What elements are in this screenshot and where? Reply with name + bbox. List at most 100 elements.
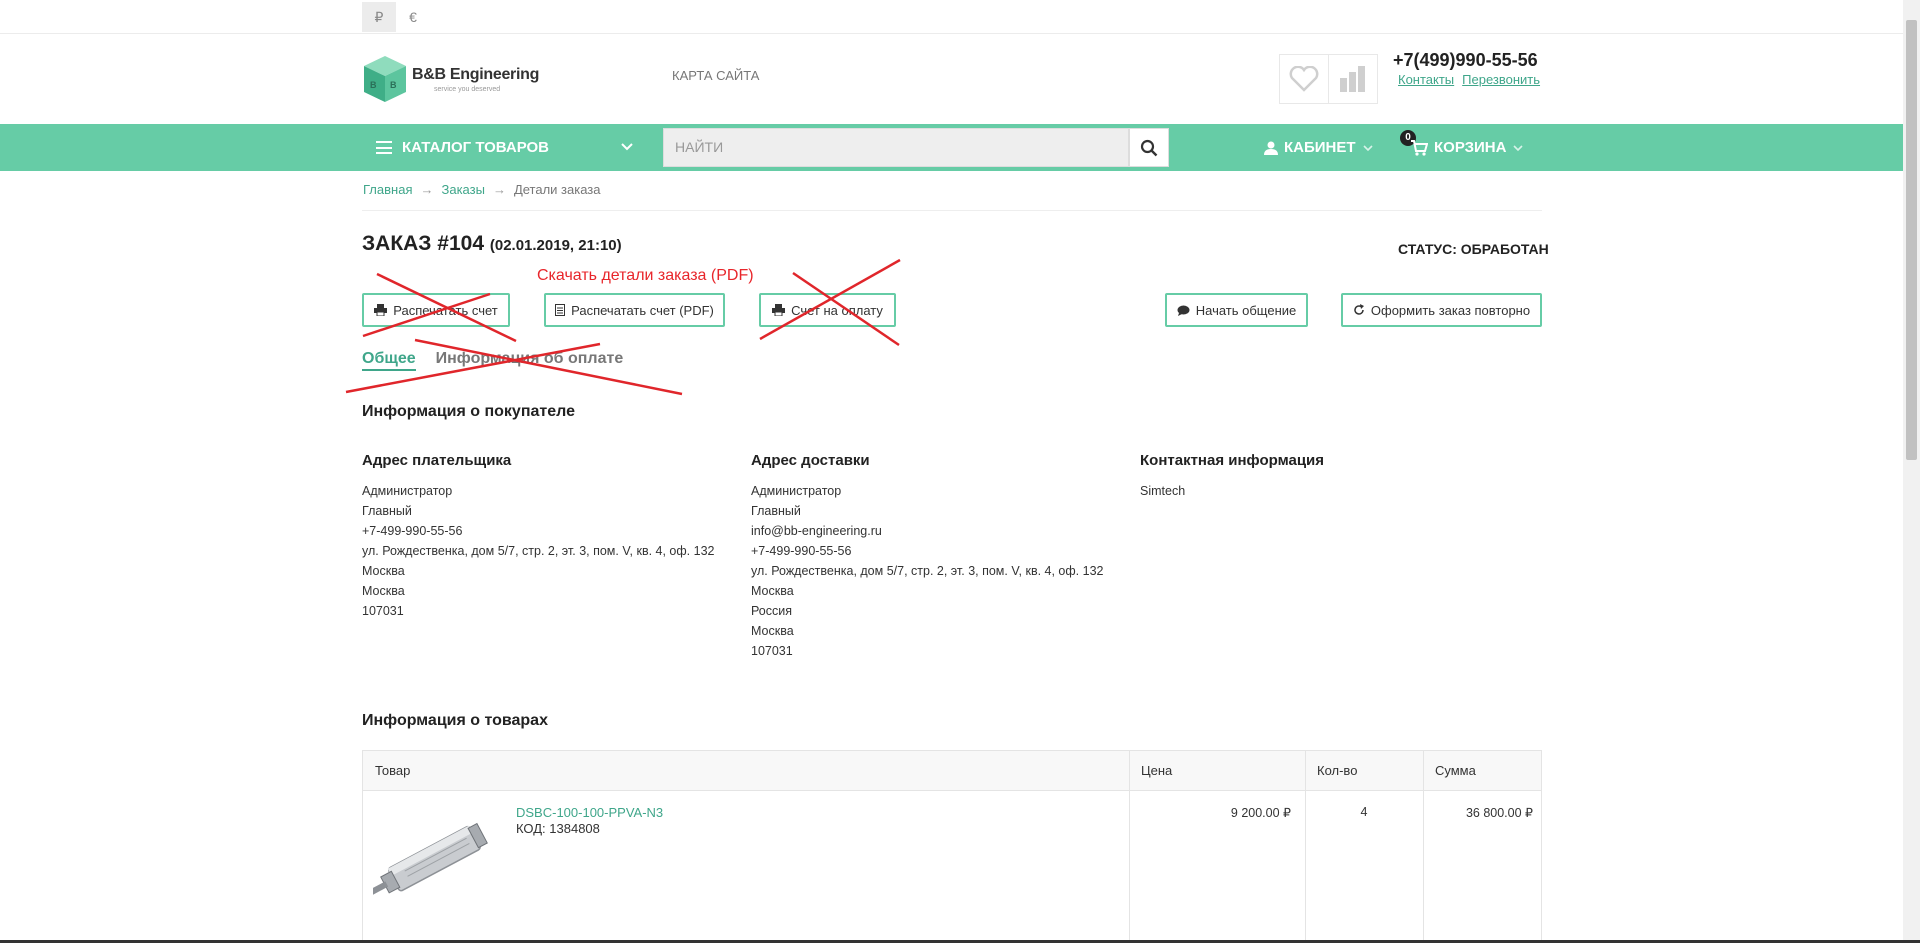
column-sum: Сумма xyxy=(1435,763,1476,778)
print-icon xyxy=(772,304,786,316)
product-qty: 4 xyxy=(1360,805,1368,819)
chevron-down-icon xyxy=(1362,144,1373,151)
product-price: 9 200.00 ₽ xyxy=(1230,806,1291,820)
chevron-down-icon xyxy=(1513,144,1524,151)
customer-info-heading: Информация о покупателе xyxy=(362,403,575,420)
column-qty: Кол-во xyxy=(1317,763,1358,778)
cart-label: КОРЗИНА xyxy=(1434,139,1507,156)
breadcrumb-separator: → xyxy=(492,182,506,197)
products-table: Товар Цена Кол-во Сумма DSBC-100-100-PPV… xyxy=(362,750,1542,943)
billing-line: Главный xyxy=(362,504,412,518)
billing-line: Москва xyxy=(362,564,405,578)
chat-icon xyxy=(1177,305,1190,316)
annotation-pdf-note: Скачать детали заказа (PDF) xyxy=(537,267,754,284)
cart-icon xyxy=(1411,139,1428,156)
cabinet-label: КАБИНЕТ xyxy=(1284,139,1356,156)
contact-line: Simtech xyxy=(1140,484,1186,498)
divider xyxy=(1305,751,1306,943)
product-image[interactable] xyxy=(373,816,495,904)
invoice-payment-button[interactable]: Счет на оплату xyxy=(759,293,896,327)
billing-line: ул. Рождественка, дом 5/7, стр. 2, эт. 3… xyxy=(362,544,715,558)
start-chat-button[interactable]: Начать общение xyxy=(1165,293,1308,327)
billing-line: +7-499-990-55-56 xyxy=(362,524,463,538)
shipping-line: ул. Рождественка, дом 5/7, стр. 2, эт. 3… xyxy=(751,564,1104,578)
sitemap-link[interactable]: КАРТА САЙТА xyxy=(672,68,759,83)
site-header: B B B&B Engineering service you deserved… xyxy=(0,34,1920,124)
search-input[interactable]: НАЙТИ xyxy=(663,128,1129,167)
logo[interactable]: B B B&B Engineering service you deserved xyxy=(362,54,539,104)
shipping-address-heading: Адрес доставки xyxy=(751,452,870,469)
pdf-icon xyxy=(555,304,566,316)
logo-cube-icon: B B xyxy=(364,56,406,102)
shipping-line: Администратор xyxy=(751,484,842,498)
logo-text: B&B Engineering xyxy=(412,66,540,83)
logo-tagline: service you deserved xyxy=(434,86,501,93)
page-title: ЗАКАЗ #104 (02.01.2019, 21:10) xyxy=(362,232,622,256)
cart-menu[interactable]: КОРЗИНА xyxy=(1410,124,1524,171)
billing-address: Администратор Главный +7-499-990-55-56 у… xyxy=(362,484,722,624)
tab-general[interactable]: Общее xyxy=(362,350,416,371)
compare-icon xyxy=(1340,66,1365,92)
order-date: (02.01.2019, 21:10) xyxy=(489,237,622,254)
products-heading: Информация о товарах xyxy=(362,712,548,729)
billing-line: Администратор xyxy=(362,484,453,498)
product-name-link[interactable]: DSBC-100-100-PPVA-N3 xyxy=(516,805,663,820)
breadcrumb-orders[interactable]: Заказы xyxy=(441,182,484,197)
refresh-icon xyxy=(1354,304,1364,315)
contact-info-heading: Контактная информация xyxy=(1140,452,1325,469)
shipping-line: Москва xyxy=(751,624,794,638)
print-pdf-button[interactable]: Распечатать счет (PDF) xyxy=(544,293,725,327)
shipping-line: info@bb-engineering.ru xyxy=(751,524,882,538)
main-navbar: КАТАЛОГ ТОВАРОВ НАЙТИ КАБИНЕТ 0 КОРЗИНА xyxy=(0,124,1920,171)
shipping-line: 107031 xyxy=(751,644,793,658)
status-badge: СТАТУС: ОБРАБОТАН xyxy=(1398,241,1549,257)
breadcrumb: Главная → Заказы → Детали заказа xyxy=(363,182,600,197)
shipping-line: Россия xyxy=(751,604,792,618)
product-code: КОД: 1384808 xyxy=(516,821,600,836)
divider xyxy=(362,210,1542,211)
shipping-line: +7-499-990-55-56 xyxy=(751,544,852,558)
tab-payment-info[interactable]: Информация об оплате xyxy=(436,350,624,371)
currency-bar: ₽ € xyxy=(0,0,1920,34)
contact-info: Simtech xyxy=(1140,484,1500,504)
phone-number[interactable]: +7(499)990-55-56 xyxy=(1393,50,1538,71)
column-product: Товар xyxy=(375,763,411,778)
contacts-link[interactable]: Контакты xyxy=(1398,72,1454,87)
currency-rub[interactable]: ₽ xyxy=(362,2,396,32)
compare-button[interactable] xyxy=(1328,54,1378,104)
table-header: Товар Цена Кол-во Сумма xyxy=(363,751,1541,791)
billing-line: 107031 xyxy=(362,604,404,618)
product-sum: 36 800.00 ₽ xyxy=(1465,806,1533,820)
divider xyxy=(1423,751,1424,943)
shipping-address: Администратор Главный info@bb-engineerin… xyxy=(751,484,1111,664)
currency-eur[interactable]: € xyxy=(396,2,430,32)
catalog-label: КАТАЛОГ ТОВАРОВ xyxy=(402,139,550,156)
svg-text:B: B xyxy=(370,80,377,90)
page-scrollbar[interactable] xyxy=(1903,0,1920,943)
user-icon xyxy=(1264,141,1278,155)
chevron-down-icon xyxy=(621,143,633,151)
print-invoice-button[interactable]: Распечатать счет xyxy=(362,293,510,327)
invoice-payment-label: Счет на оплату xyxy=(791,302,883,318)
reorder-button[interactable]: Оформить заказ повторно xyxy=(1341,293,1542,327)
svg-text:B: B xyxy=(390,80,397,90)
divider xyxy=(1129,751,1130,943)
callback-link[interactable]: Перезвонить xyxy=(1462,72,1540,87)
print-invoice-label: Распечатать счет xyxy=(393,302,498,318)
wishlist-button[interactable] xyxy=(1279,54,1329,104)
shipping-line: Москва xyxy=(751,584,794,598)
search-button[interactable] xyxy=(1129,128,1169,167)
heart-icon xyxy=(1289,66,1319,92)
cabinet-menu[interactable]: КАБИНЕТ xyxy=(1264,124,1374,171)
shipping-line: Главный xyxy=(751,504,801,518)
reorder-label: Оформить заказ повторно xyxy=(1370,302,1531,318)
billing-line: Москва xyxy=(362,584,405,598)
menu-icon xyxy=(376,141,392,154)
breadcrumb-current: Детали заказа xyxy=(513,182,601,197)
start-chat-label: Начать общение xyxy=(1195,302,1297,318)
search-icon xyxy=(1140,139,1158,156)
breadcrumb-home[interactable]: Главная xyxy=(363,182,412,197)
scrollbar-thumb[interactable] xyxy=(1906,20,1917,460)
print-icon xyxy=(374,304,388,316)
catalog-menu-button[interactable]: КАТАЛОГ ТОВАРОВ xyxy=(362,124,642,171)
